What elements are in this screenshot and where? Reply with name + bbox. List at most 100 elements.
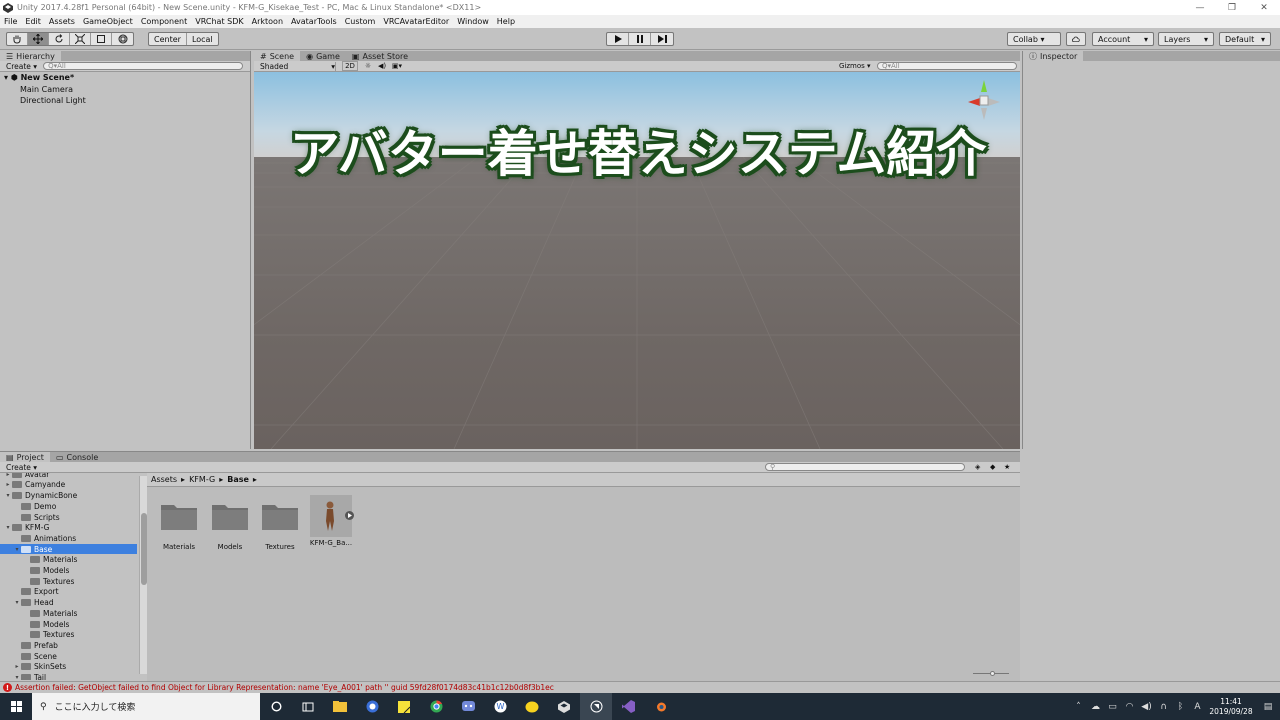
expand-arrow-icon[interactable]: ▸ <box>13 663 21 670</box>
asset-folder-materials[interactable]: Materials <box>154 501 204 551</box>
project-tree-row[interactable]: ▾ Tail <box>0 672 137 680</box>
tab-project[interactable]: ▤ Project <box>0 452 50 462</box>
hand-tool-button[interactable] <box>7 33 28 45</box>
menu-vrchat-sdk[interactable]: VRChat SDK <box>195 17 243 26</box>
project-tree-row[interactable]: Models <box>0 619 137 630</box>
menu-custom[interactable]: Custom <box>345 17 376 26</box>
menu-assets[interactable]: Assets <box>49 17 75 26</box>
audio-toggle-button[interactable]: ◀) <box>375 62 389 70</box>
project-tree-scrollbar[interactable] <box>139 476 147 674</box>
rect-tool-button[interactable] <box>91 33 112 45</box>
tab-game[interactable]: ◉ Game <box>300 51 346 61</box>
shading-dropdown[interactable]: Shaded ▾ <box>254 61 336 71</box>
discord-button[interactable] <box>452 693 484 720</box>
menu-edit[interactable]: Edit <box>25 17 41 26</box>
scale-tool-button[interactable] <box>70 33 91 45</box>
unity-editor-button[interactable] <box>580 693 612 720</box>
layout-dropdown[interactable]: Default ▾ <box>1219 32 1271 46</box>
expand-arrow-icon[interactable]: ▾ <box>13 599 21 606</box>
ime-a-icon[interactable]: A <box>1189 693 1206 720</box>
menu-file[interactable]: File <box>4 17 17 26</box>
collab-dropdown[interactable]: Collab ▾ <box>1007 32 1061 46</box>
hierarchy-create-button[interactable]: Create ▾ <box>6 62 37 71</box>
sticky-notes-button[interactable] <box>388 693 420 720</box>
expand-arrow-icon[interactable]: ▾ <box>4 492 12 499</box>
filter-label-icon[interactable]: ◆ <box>990 463 995 471</box>
project-tree-row[interactable]: Textures <box>0 630 137 641</box>
tab-asset-store[interactable]: ▣ Asset Store <box>346 51 414 61</box>
tab-hierarchy[interactable]: ☰ Hierarchy <box>0 51 61 61</box>
project-tree-row[interactable]: Materials <box>0 608 137 619</box>
cortana-button[interactable] <box>260 693 292 720</box>
project-search-input[interactable]: ⚲ <box>765 463 965 471</box>
tab-console[interactable]: ▭ Console <box>50 452 104 462</box>
hierarchy-item-directional-light[interactable]: Directional Light <box>20 96 86 105</box>
visual-studio-button[interactable] <box>612 693 644 720</box>
project-tree-row[interactable]: ▾ DynamicBone <box>0 490 137 501</box>
favorite-star-icon[interactable]: ★ <box>1004 463 1010 471</box>
minimize-button[interactable]: — <box>1184 0 1216 15</box>
pivot-center-button[interactable]: Center <box>149 33 187 45</box>
project-tree-row[interactable]: ▸ Camyande <box>0 480 137 491</box>
console-status-bar[interactable]: ! Assertion failed: GetObject failed to … <box>0 681 1280 693</box>
menu-window[interactable]: Window <box>457 17 489 26</box>
hierarchy-item-main-camera[interactable]: Main Camera <box>20 85 73 94</box>
network-icon[interactable]: ▭ <box>1104 693 1121 720</box>
step-button[interactable] <box>651 33 673 45</box>
scene-viewport[interactable]: アバター着せ替えシステム紹介 <box>254 72 1020 449</box>
menu-avatartools[interactable]: AvatarTools <box>291 17 337 26</box>
2d-toggle-button[interactable]: 2D <box>342 61 358 71</box>
lighting-toggle-button[interactable]: ☼ <box>361 62 375 70</box>
wifi-icon[interactable]: ◠ <box>1121 693 1138 720</box>
file-explorer-button[interactable] <box>324 693 356 720</box>
tray-overflow-chevron-icon[interactable]: ˄ <box>1070 693 1087 720</box>
tab-inspector[interactable]: ⓘ Inspector <box>1023 51 1084 61</box>
pause-button[interactable] <box>629 33 651 45</box>
project-tree-row[interactable]: ▾ Head <box>0 597 137 608</box>
blender-button[interactable] <box>644 693 676 720</box>
project-tree-row[interactable]: ▸ Avatar <box>0 473 137 480</box>
project-tree-row[interactable]: Textures <box>0 576 137 587</box>
breadcrumb-kfm-g[interactable]: KFM-G <box>189 475 215 484</box>
breadcrumb-base[interactable]: Base <box>227 475 249 484</box>
expand-arrow-icon[interactable]: ▾ <box>13 674 21 680</box>
project-tree-row[interactable]: Animations <box>0 533 137 544</box>
close-button[interactable]: ✕ <box>1248 0 1280 15</box>
bluetooth-icon[interactable]: ᛒ <box>1172 693 1189 720</box>
breadcrumb-assets[interactable]: Assets <box>151 475 177 484</box>
menu-vrcavatareditor[interactable]: VRCAvatarEditor <box>383 17 449 26</box>
taskbar-clock[interactable]: 11:41 2019/09/28 <box>1206 697 1256 717</box>
scene-search-input[interactable]: Q▾All <box>877 62 1017 70</box>
project-create-button[interactable]: Create ▾ <box>6 463 37 472</box>
slider-thumb[interactable] <box>990 671 995 676</box>
play-button[interactable] <box>607 33 629 45</box>
hierarchy-scene-row[interactable]: ▾ ⬢ New Scene* <box>4 73 74 82</box>
rotate-tool-button[interactable] <box>49 33 70 45</box>
project-tree-row[interactable]: Models <box>0 565 137 576</box>
headset-icon[interactable]: ∩ <box>1155 693 1172 720</box>
expand-arrow-icon[interactable]: ▸ <box>4 473 12 478</box>
task-view-button[interactable] <box>292 693 324 720</box>
taskbar-search-input[interactable]: ⚲ ここに入力して検索 <box>32 693 260 720</box>
cloud-sync-icon[interactable]: ☁ <box>1087 693 1104 720</box>
layers-dropdown[interactable]: Layers ▾ <box>1158 32 1214 46</box>
expand-arrow-icon[interactable]: ▾ <box>4 524 12 531</box>
project-tree-row[interactable]: Scene <box>0 651 137 662</box>
pivot-local-button[interactable]: Local <box>187 33 218 45</box>
project-tree-row[interactable]: Scripts <box>0 512 137 523</box>
gizmos-dropdown[interactable]: Gizmos ▾ <box>839 62 871 70</box>
filter-type-icon[interactable]: ◈ <box>975 463 980 471</box>
hierarchy-search-input[interactable]: Q▾All <box>43 62 244 70</box>
firefox-browser-button[interactable] <box>356 693 388 720</box>
asset-model-kfm-g-base[interactable]: KFM-G_Ba... <box>306 495 356 547</box>
volume-icon[interactable]: ◀) <box>1138 693 1155 720</box>
move-tool-button[interactable] <box>28 33 49 45</box>
menu-gameobject[interactable]: GameObject <box>83 17 133 26</box>
unity-hub-button[interactable] <box>548 693 580 720</box>
menu-help[interactable]: Help <box>497 17 515 26</box>
notifications-icon[interactable]: ▤ <box>1256 693 1280 720</box>
account-dropdown[interactable]: Account ▾ <box>1092 32 1154 46</box>
start-button[interactable] <box>0 693 32 720</box>
menu-arktoon[interactable]: Arktoon <box>252 17 283 26</box>
chrome-button[interactable] <box>420 693 452 720</box>
